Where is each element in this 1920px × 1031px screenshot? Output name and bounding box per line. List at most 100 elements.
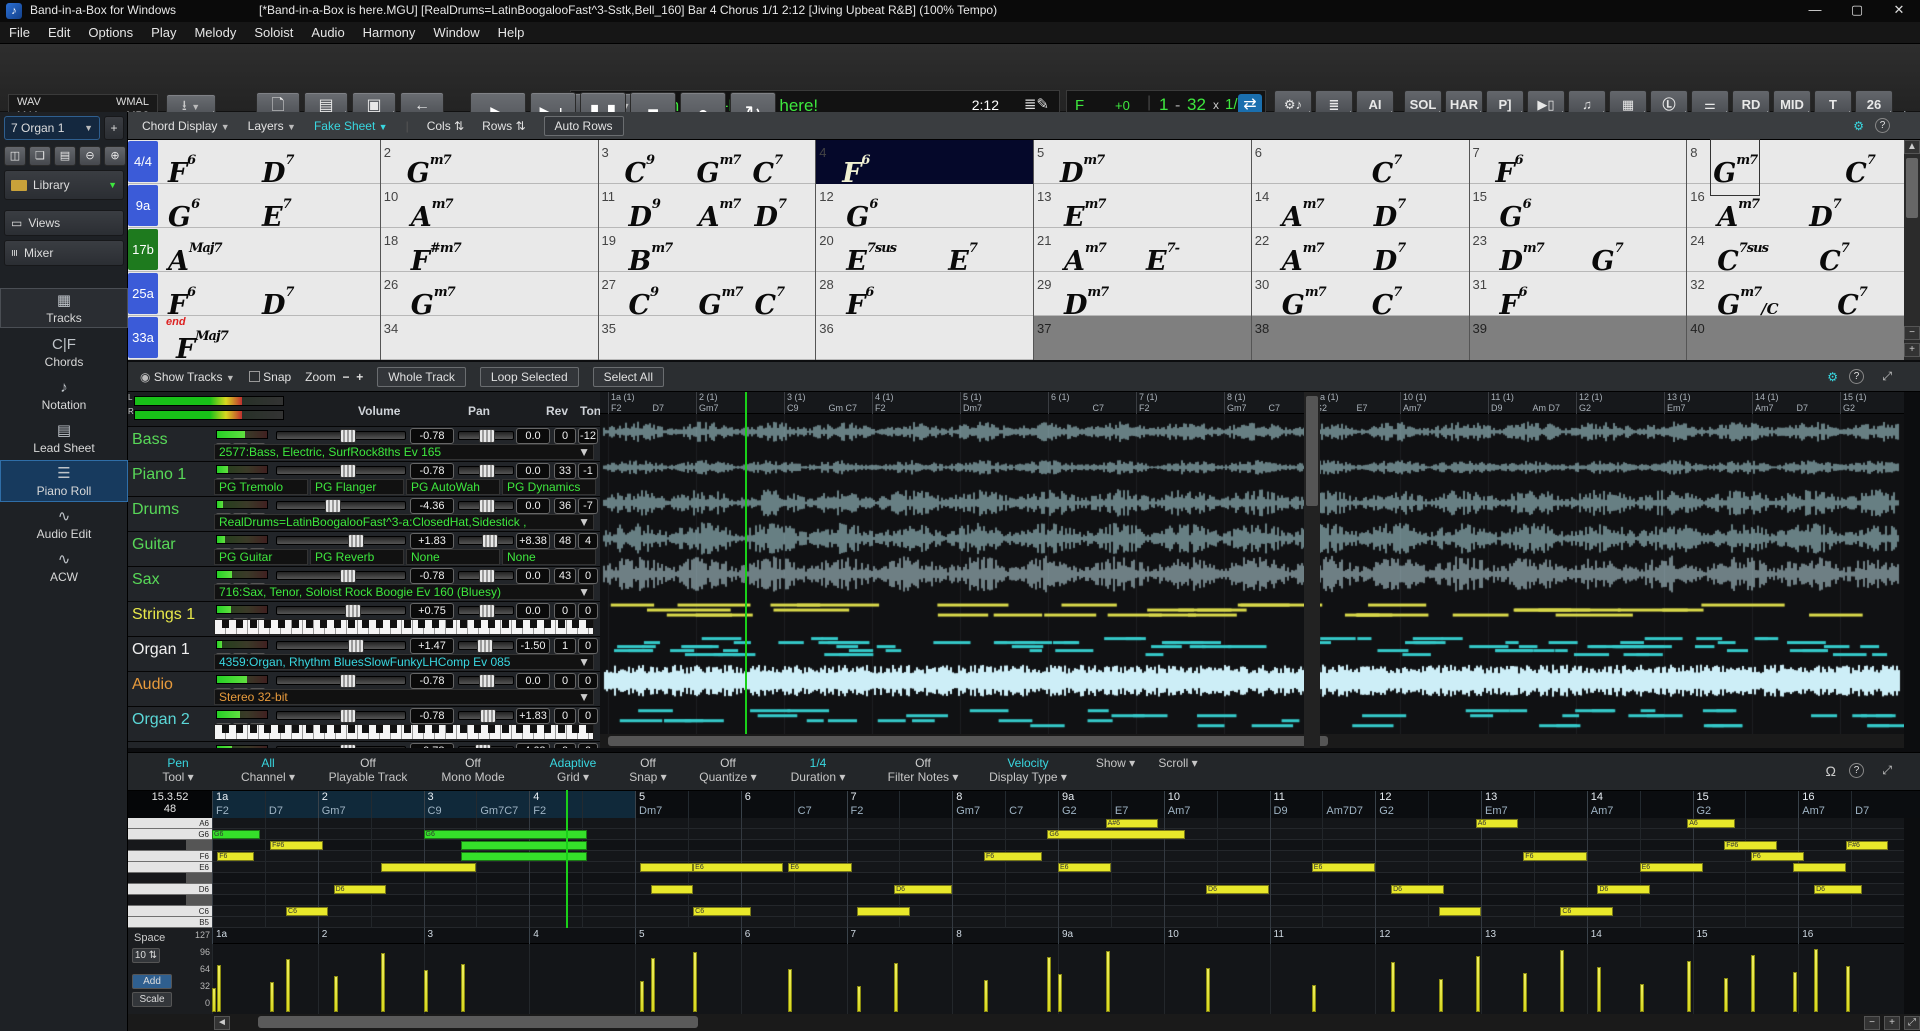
timeline-bar[interactable]: 9a (1)G2E7 <box>1312 392 1400 414</box>
midi-note[interactable]: F6 <box>217 852 254 861</box>
timeline-bar[interactable]: 5 (1)Dm7 <box>960 392 1048 414</box>
pr-grid-menu[interactable]: AdaptiveGrid ▾ <box>538 756 608 784</box>
midi-note[interactable]: A6 <box>1476 819 1518 828</box>
volume-value[interactable]: +1.83 <box>410 533 454 549</box>
velocity-bar[interactable] <box>1814 949 1818 1012</box>
velocity-ruler-bar[interactable]: 13 <box>1481 928 1587 944</box>
show-tracks-menu[interactable]: ◉ Show Tracks ▼ <box>140 370 235 384</box>
pr-ruler-cell[interactable]: C7 <box>1005 791 1058 819</box>
midi-note[interactable] <box>651 885 693 894</box>
bar-cell[interactable]: 14Am7D7 <box>1251 184 1469 228</box>
reverb-value[interactable]: 0 <box>554 673 576 689</box>
midi-note[interactable]: G6 <box>1047 830 1184 839</box>
chordsheet-gear-icon[interactable]: ⚙ <box>1853 119 1864 133</box>
velocity-ruler-bar[interactable]: 3 <box>424 928 530 944</box>
tracks-expand-icon[interactable]: ⤢ <box>1882 369 1892 384</box>
chordsheet-help-icon[interactable]: ? <box>1875 118 1890 133</box>
bar-cell[interactable]: 40 <box>1686 316 1904 360</box>
audition-headphones-icon[interactable]: Ω <box>1826 763 1836 779</box>
pr-ruler-cell[interactable] <box>899 791 952 819</box>
zoom-in-icon[interactable]: ⊕ <box>104 146 126 166</box>
piano-keys-column[interactable]: A6G6F#6F6E6D#6D6C#6C6B5 <box>128 818 212 928</box>
volume-slider[interactable] <box>276 571 406 580</box>
auto-rows-button[interactable]: Auto Rows <box>544 116 624 136</box>
pan-value[interactable]: 0.0 <box>516 568 550 584</box>
pan-value[interactable]: 0.0 <box>516 673 550 689</box>
midi-note[interactable]: C6 <box>693 907 751 916</box>
track-row-audio[interactable]: AudioMS∿-0.780.000Stereo 32-bit▼ <box>128 671 600 706</box>
pr-ruler-cell[interactable] <box>1534 791 1587 819</box>
velocity-ruler[interactable]: 1a23456789a10111213141516 <box>212 928 1904 944</box>
velocity-bar[interactable] <box>693 952 697 1012</box>
volume-slider[interactable] <box>276 501 406 510</box>
pr-ruler-cell[interactable] <box>688 791 741 819</box>
piano-key-ds6[interactable]: D#6 <box>128 873 212 884</box>
chordsheet-scrollbar[interactable]: ▲ − + <box>1904 140 1920 360</box>
cols-stepper[interactable]: Cols ⇅ <box>427 119 464 133</box>
hzoom-in-button[interactable]: + <box>1884 1016 1900 1030</box>
bar-cell[interactable]: 15G6 <box>1469 184 1687 228</box>
bar-cell[interactable]: F6D7 <box>162 272 380 316</box>
scroll-left-arrow[interactable]: ◄ <box>214 1016 230 1030</box>
plugin-slot[interactable]: None <box>406 549 500 565</box>
views-button[interactable]: ▭Views <box>4 210 124 236</box>
midi-note[interactable]: E6 <box>1312 863 1375 872</box>
timeline-bar[interactable]: 10 (1)Am7 <box>1400 392 1488 414</box>
velocity-bar[interactable] <box>1439 979 1443 1012</box>
bar-cell[interactable]: AMaj7 <box>162 228 380 272</box>
add-button[interactable]: Add <box>132 974 172 989</box>
plugin-slot[interactable]: PG AutoWah <box>406 479 500 495</box>
velocity-bar[interactable] <box>857 986 861 1012</box>
timeline-bar[interactable]: 3 (1)C9Gm C7 <box>784 392 872 414</box>
section-marker[interactable]: 33a <box>128 317 158 358</box>
bar-cell[interactable]: 8Gm7C7 <box>1686 140 1904 184</box>
midi-note[interactable]: D6 <box>1206 885 1269 894</box>
bar-cell[interactable]: 21Am7E7- <box>1033 228 1251 272</box>
pan-value[interactable]: 0.0 <box>516 463 550 479</box>
bar-cell[interactable]: 2Gm7 <box>380 140 598 184</box>
bar-cell[interactable]: G6E7 <box>162 184 380 228</box>
tone-value[interactable]: 0 <box>578 638 598 654</box>
pr-tool-menu[interactable]: PenTool ▾ <box>148 756 208 784</box>
bar-cell[interactable]: 18F#m7 <box>380 228 598 272</box>
pr-quantize-menu[interactable]: OffQuantize ▾ <box>688 756 768 784</box>
reverb-value[interactable]: 1 <box>554 638 576 654</box>
tag-icon[interactable]: ❏ <box>29 146 51 166</box>
midi-note[interactable]: F6 <box>1523 852 1586 861</box>
section-marker[interactable]: 9a <box>128 185 158 226</box>
bottom-scrollbar[interactable]: ◄ − + ⤢ <box>128 1014 1920 1031</box>
track-selector[interactable]: 7 Organ 1▼ <box>4 116 100 140</box>
scale-button[interactable]: Scale <box>132 992 172 1007</box>
track-row-sax[interactable]: SaxMS✱-0.780.0430716:Sax, Tenor, Soloist… <box>128 566 600 601</box>
timeline-bar[interactable]: 11 (1)D9Am D7 <box>1488 392 1576 414</box>
bar-cell[interactable]: 3C9Gm7C7 <box>598 140 816 184</box>
volume-value[interactable]: -0.78 <box>410 428 454 444</box>
pr-ruler-cell[interactable]: 2Gm7 <box>318 791 371 819</box>
tracks-gear-icon[interactable]: ⚙ <box>1827 370 1838 384</box>
pan-slider[interactable] <box>458 466 514 475</box>
pr-ruler-cell[interactable]: D7 <box>1851 791 1904 819</box>
track-name[interactable]: Bass <box>132 431 212 449</box>
piano-key-b5[interactable]: B5 <box>128 917 212 928</box>
pr-ruler-cell[interactable]: 3C9 <box>424 791 477 819</box>
pan-slider[interactable] <box>458 676 514 685</box>
library-button[interactable]: Library▼ <box>4 170 124 200</box>
tone-value[interactable]: 4 <box>578 533 598 549</box>
midi-note[interactable]: F#6 <box>1846 841 1888 850</box>
snap-checkbox[interactable]: Snap <box>249 370 291 384</box>
velocity-bar[interactable] <box>1106 951 1110 1012</box>
midi-note[interactable]: D6 <box>1597 885 1650 894</box>
velocity-bar[interactable] <box>461 964 465 1012</box>
velocity-ruler-bar[interactable]: 9a <box>1058 928 1164 944</box>
bar-cell[interactable]: 26Gm7 <box>380 272 598 316</box>
velocity-bar[interactable] <box>334 976 338 1012</box>
velocity-bar[interactable] <box>1476 956 1480 1012</box>
tone-value[interactable]: 0 <box>578 743 598 748</box>
patch-dropdown-icon[interactable]: ▼ <box>578 515 590 529</box>
piano-key-g6[interactable]: G6 <box>128 829 212 840</box>
split-view-icon[interactable]: ◫ <box>4 146 26 166</box>
track-name[interactable]: Strings 1 <box>132 606 212 624</box>
volume-slider[interactable] <box>276 536 406 545</box>
sidebar-item-tracks[interactable]: ▦Tracks <box>0 288 128 328</box>
pan-value[interactable]: +8.38 <box>516 533 550 549</box>
